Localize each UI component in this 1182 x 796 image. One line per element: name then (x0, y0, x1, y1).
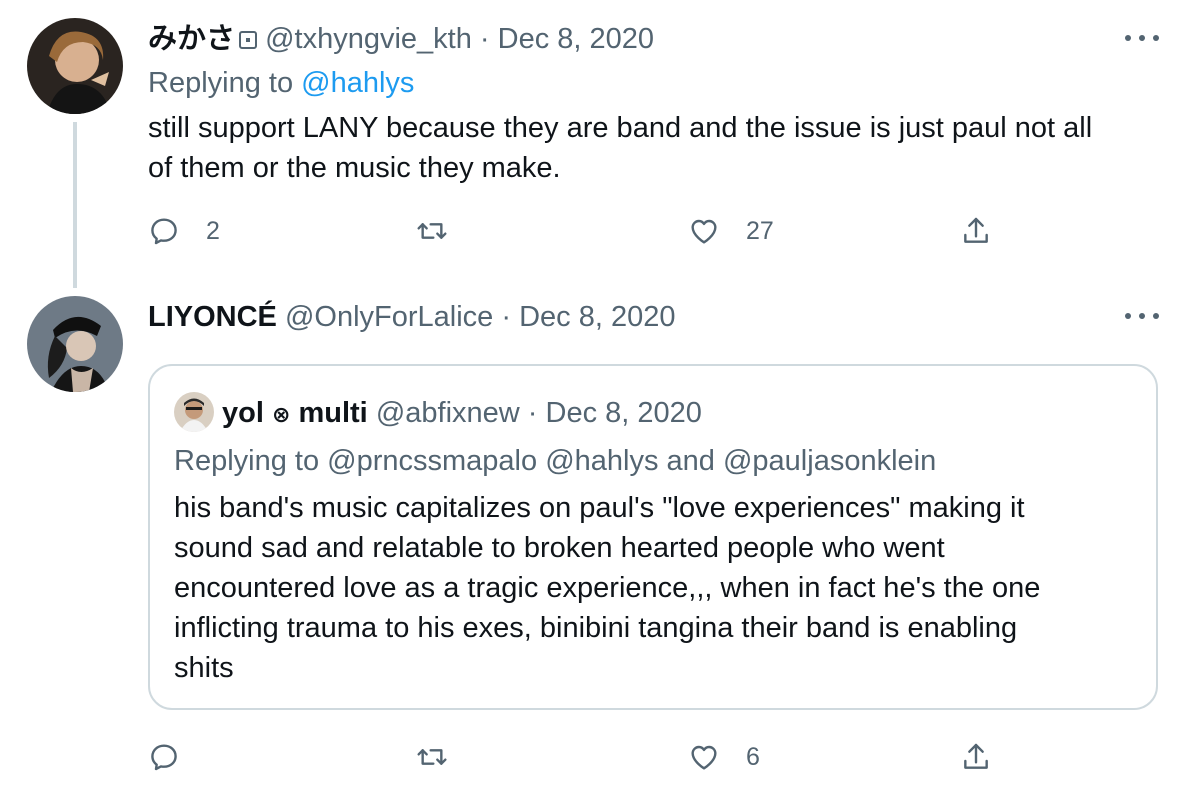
replying-label: Replying to (174, 445, 320, 477)
tweet-actions: 6 (148, 737, 1008, 777)
reply-icon (151, 744, 177, 771)
quoted-display-name: yol ⊗ multi (222, 397, 368, 429)
separator: · (479, 23, 490, 55)
share-button[interactable] (960, 211, 992, 251)
timestamp[interactable]: Dec 8, 2020 (519, 301, 675, 333)
mention: @hahlys (545, 445, 659, 477)
mention-link[interactable]: @hahlys (301, 67, 414, 99)
tweet-header: みかさ @txhyngvie_kth · Dec 8, 2020 (148, 22, 654, 56)
display-name[interactable]: LIYONCÉ (148, 301, 277, 333)
quoted-text-line: sound sad and relatable to broken hearte… (174, 532, 945, 564)
share-icon (964, 743, 988, 769)
quoted-timestamp: Dec 8, 2020 (545, 397, 702, 429)
quoted-text-line: his band's music capitalizes on paul's "… (174, 492, 1025, 524)
tweet-text-line: still support LANY because they are band… (148, 112, 1093, 144)
handle[interactable]: @OnlyForLalice (285, 301, 493, 333)
handle[interactable]: @txhyngvie_kth (265, 23, 472, 55)
replying-conjunction: and (666, 445, 715, 477)
separator: · (527, 397, 538, 429)
mention: @pauljasonklein (722, 445, 937, 477)
share-icon (964, 217, 988, 243)
quoted-header: yol ⊗ multi @abfixnew · Dec 8, 2020 (222, 396, 702, 432)
quoted-avatar (174, 392, 214, 432)
quoted-tweet[interactable]: yol ⊗ multi @abfixnew · Dec 8, 2020 Repl… (148, 364, 1158, 710)
timestamp[interactable]: Dec 8, 2020 (498, 23, 654, 55)
tweet-text-line: of them or the music they make. (148, 152, 561, 184)
separator: · (501, 301, 512, 333)
quoted-text-line: encountered love as a tragic experience,… (174, 572, 1041, 604)
thread-line (73, 122, 77, 288)
reply-button[interactable]: 2 (148, 211, 220, 251)
quoted-handle: @abfixnew (375, 397, 520, 429)
like-button[interactable]: 27 (688, 211, 774, 251)
avatar[interactable] (27, 18, 123, 114)
retweet-button[interactable] (416, 211, 448, 251)
tweet-header: LIYONCÉ @OnlyForLalice · Dec 8, 2020 (148, 300, 676, 334)
tweet-actions: 2 27 (148, 211, 1008, 251)
share-button[interactable] (960, 737, 992, 777)
emoji-icon (239, 31, 258, 50)
quoted-text-line: shits (174, 652, 234, 684)
avatar[interactable] (27, 296, 123, 392)
quoted-replying-to: Replying to @prncssmapalo @hahlys and @p… (174, 444, 936, 478)
more-icon[interactable] (1125, 30, 1159, 46)
retweet-button[interactable] (416, 737, 448, 777)
quoted-text-line: inflicting trauma to his exes, binibini … (174, 612, 1018, 644)
replying-to: Replying to @hahlys (148, 66, 414, 100)
reply-count: 2 (206, 216, 220, 245)
heart-icon (691, 219, 717, 244)
tweet-text: still support LANY because they are band… (148, 108, 1092, 188)
mention: @prncssmapalo (327, 445, 538, 477)
like-count: 27 (746, 216, 774, 245)
reply-button[interactable] (148, 737, 180, 777)
replying-label: Replying to (148, 67, 294, 99)
heart-icon (691, 745, 717, 770)
more-icon[interactable] (1125, 308, 1159, 324)
like-count: 6 (746, 742, 760, 771)
quoted-text: his band's music capitalizes on paul's "… (174, 488, 1040, 688)
retweet-icon (417, 749, 447, 765)
reply-icon (151, 218, 177, 245)
retweet-icon (417, 223, 447, 239)
display-name[interactable]: みかさ (148, 23, 235, 55)
like-button[interactable]: 6 (688, 737, 760, 777)
